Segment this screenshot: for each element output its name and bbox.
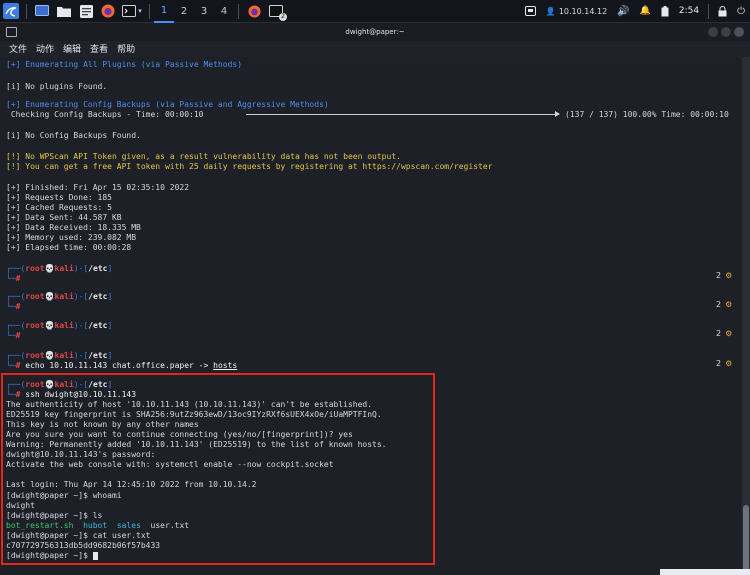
window-titlebar: dwight@paper:~ — [0, 23, 750, 41]
minimize-button[interactable] — [708, 27, 718, 37]
panel-status-area: 👤 10.10.14.12 🔊 🔔 2:54 ⏻ — [520, 0, 750, 23]
progress-text: (137 / 137) 100.00% Time: 00:00:10 — [565, 110, 729, 119]
workspace-3[interactable]: 3 — [194, 0, 214, 23]
progress-bar — [246, 111, 560, 117]
firefox-task-icon[interactable] — [243, 0, 265, 23]
shell-prompt: ┌──(root💀kali)-[/etc] — [6, 292, 113, 301]
shell-prompt: ┌──(root💀kali)-[/etc] — [6, 264, 113, 273]
terminal-line: [+] Enumerating Config Backups (via Pass… — [6, 100, 329, 109]
logout-icon[interactable]: ⏻ — [737, 6, 745, 17]
terminal-line: [+] Elapsed time: 00:00:28 — [6, 243, 132, 252]
close-button[interactable] — [734, 27, 744, 37]
terminal-window-icon — [6, 27, 17, 37]
menu-edit[interactable]: 编辑 — [63, 42, 81, 55]
shell-prompt: ┌──(root💀kali)-[/etc] — [6, 321, 113, 330]
terminal-line: [!] You can get a free API token with 25… — [6, 162, 493, 171]
menubar: 文件 动作 编辑 查看 帮助 — [0, 41, 750, 56]
firefox-icon[interactable] — [97, 0, 119, 23]
file-manager-icon[interactable] — [53, 0, 75, 23]
gear-icon: ⚙ — [725, 271, 733, 280]
lock-icon[interactable] — [718, 5, 727, 17]
task-count-badge: 2 — [279, 12, 287, 21]
terminal-line: [+] Memory used: 239.082 MB — [6, 233, 137, 242]
highlight-annotation-box — [1, 373, 435, 565]
scrollbar-thumb[interactable] — [743, 505, 749, 573]
workspace-1[interactable]: 1 — [154, 0, 174, 23]
menu-file[interactable]: 文件 — [9, 42, 27, 55]
menu-view[interactable]: 查看 — [90, 42, 108, 55]
job-badge: 2 ⚙ — [716, 359, 733, 368]
panel-separator — [26, 3, 27, 19]
job-badge: 2 ⚙ — [716, 271, 733, 280]
shell-prompt-line: └─# — [6, 331, 21, 340]
terminal-line: [+] Enumerating All Plugins (via Passive… — [6, 60, 243, 69]
panel-separator — [149, 3, 150, 19]
workspace-4[interactable]: 4 — [214, 0, 234, 23]
job-badge: 2 ⚙ — [716, 329, 733, 338]
gear-icon: ⚙ — [725, 329, 733, 338]
text-editor-icon[interactable] — [75, 0, 97, 23]
panel-separator — [238, 3, 239, 19]
terminal-line: [!] No WPScan API Token given, as a resu… — [6, 152, 401, 161]
screenshot-icon[interactable] — [524, 6, 536, 16]
terminal-line: [i] No plugins Found. — [6, 82, 108, 91]
power-manager-icon[interactable] — [661, 5, 669, 17]
job-badge: 2 ⚙ — [716, 300, 733, 309]
shell-prompt-line: └─# — [6, 302, 21, 311]
shell-prompt: ┌──(root💀kali)-[/etc] — [6, 351, 113, 360]
terminal-line: [+] Data Sent: 44.587 KB — [6, 213, 122, 222]
terminal-line: [+] Requests Done: 185 — [6, 193, 112, 202]
terminal-line: [+] Data Received: 18.335 MB — [6, 223, 141, 232]
gear-icon: ⚙ — [725, 359, 733, 368]
notification-bell-icon[interactable]: 🔔 — [640, 6, 651, 16]
volume-icon[interactable]: 🔊 — [617, 6, 629, 17]
menu-help[interactable]: 帮助 — [117, 42, 135, 55]
terminal-task-icon[interactable]: 2 — [265, 0, 287, 23]
clock[interactable]: 2:54 — [679, 6, 699, 16]
terminal-line: Checking Config Backups - Time: 00:00:10 — [6, 110, 209, 119]
window-title: dwight@paper:~ — [345, 28, 405, 36]
terminal-line: [+] Finished: Fri Apr 15 02:35:10 2022 — [6, 183, 190, 192]
terminal-line: [i] No Config Backups Found. — [6, 131, 141, 140]
user-icon: 👤 — [545, 6, 556, 16]
shell-command-line: └─# echo 10.10.11.143 chat.office.paper … — [6, 361, 238, 370]
bottom-right-overlay — [660, 569, 750, 575]
vpn-ip[interactable]: 👤 10.10.14.12 — [546, 7, 607, 16]
panel-separator — [708, 3, 710, 19]
maximize-button[interactable] — [721, 27, 731, 37]
workspace-2[interactable]: 2 — [174, 0, 194, 23]
show-desktop-icon[interactable] — [31, 0, 53, 23]
gear-icon: ⚙ — [725, 300, 733, 309]
terminal-line: [+] Cached Requests: 5 — [6, 203, 112, 212]
menu-actions[interactable]: 动作 — [36, 42, 54, 55]
terminal-launcher-icon[interactable]: ▾ — [119, 0, 145, 23]
ip-address-label: 10.10.14.12 — [558, 6, 608, 16]
shell-prompt-line: └─# — [6, 274, 21, 283]
terminal-scrollbar[interactable] — [742, 57, 750, 575]
kali-menu-icon[interactable] — [0, 0, 22, 23]
top-panel: ▾ 1 2 3 4 2 👤 10.10.14.12 🔊 🔔 2:54 ⏻ — [0, 0, 750, 23]
window-controls — [705, 27, 744, 37]
